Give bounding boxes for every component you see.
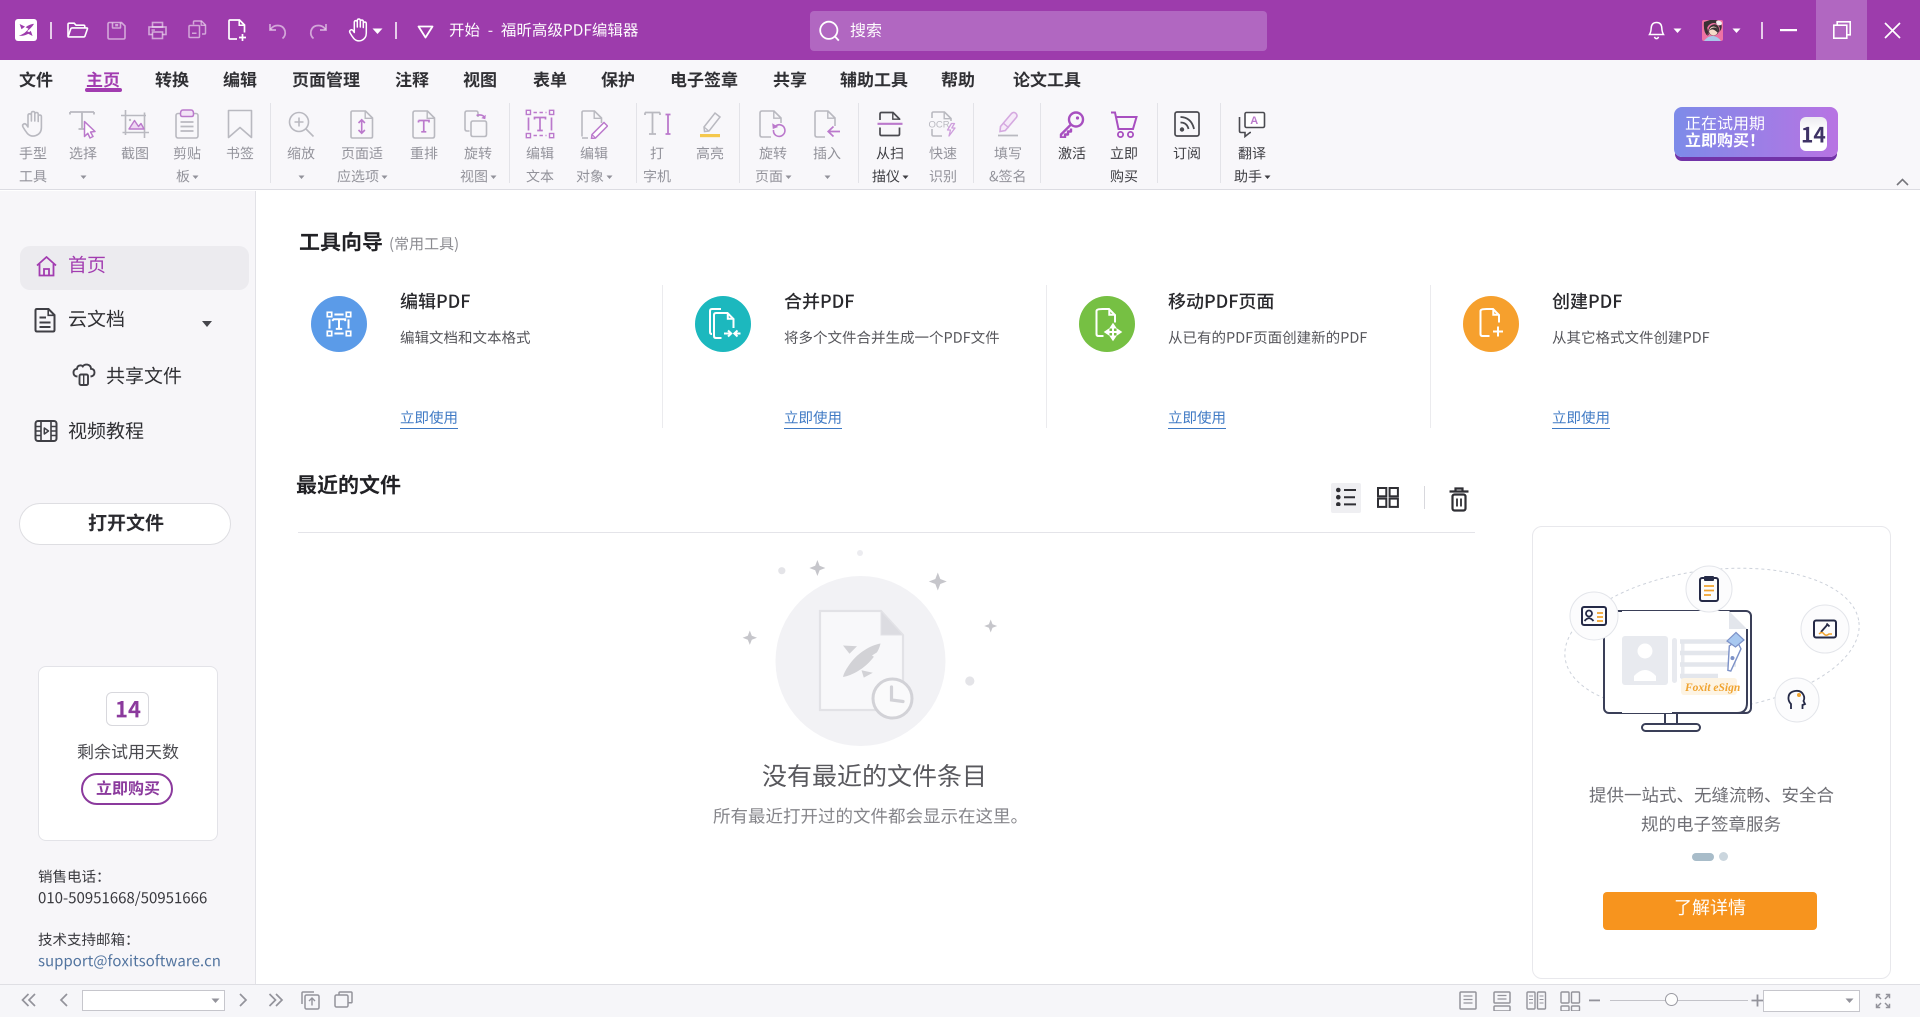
svg-text:A: A: [1250, 115, 1258, 127]
svg-text:Foxit eSign: Foxit eSign: [1684, 682, 1740, 694]
svg-text:OCR: OCR: [929, 120, 950, 131]
